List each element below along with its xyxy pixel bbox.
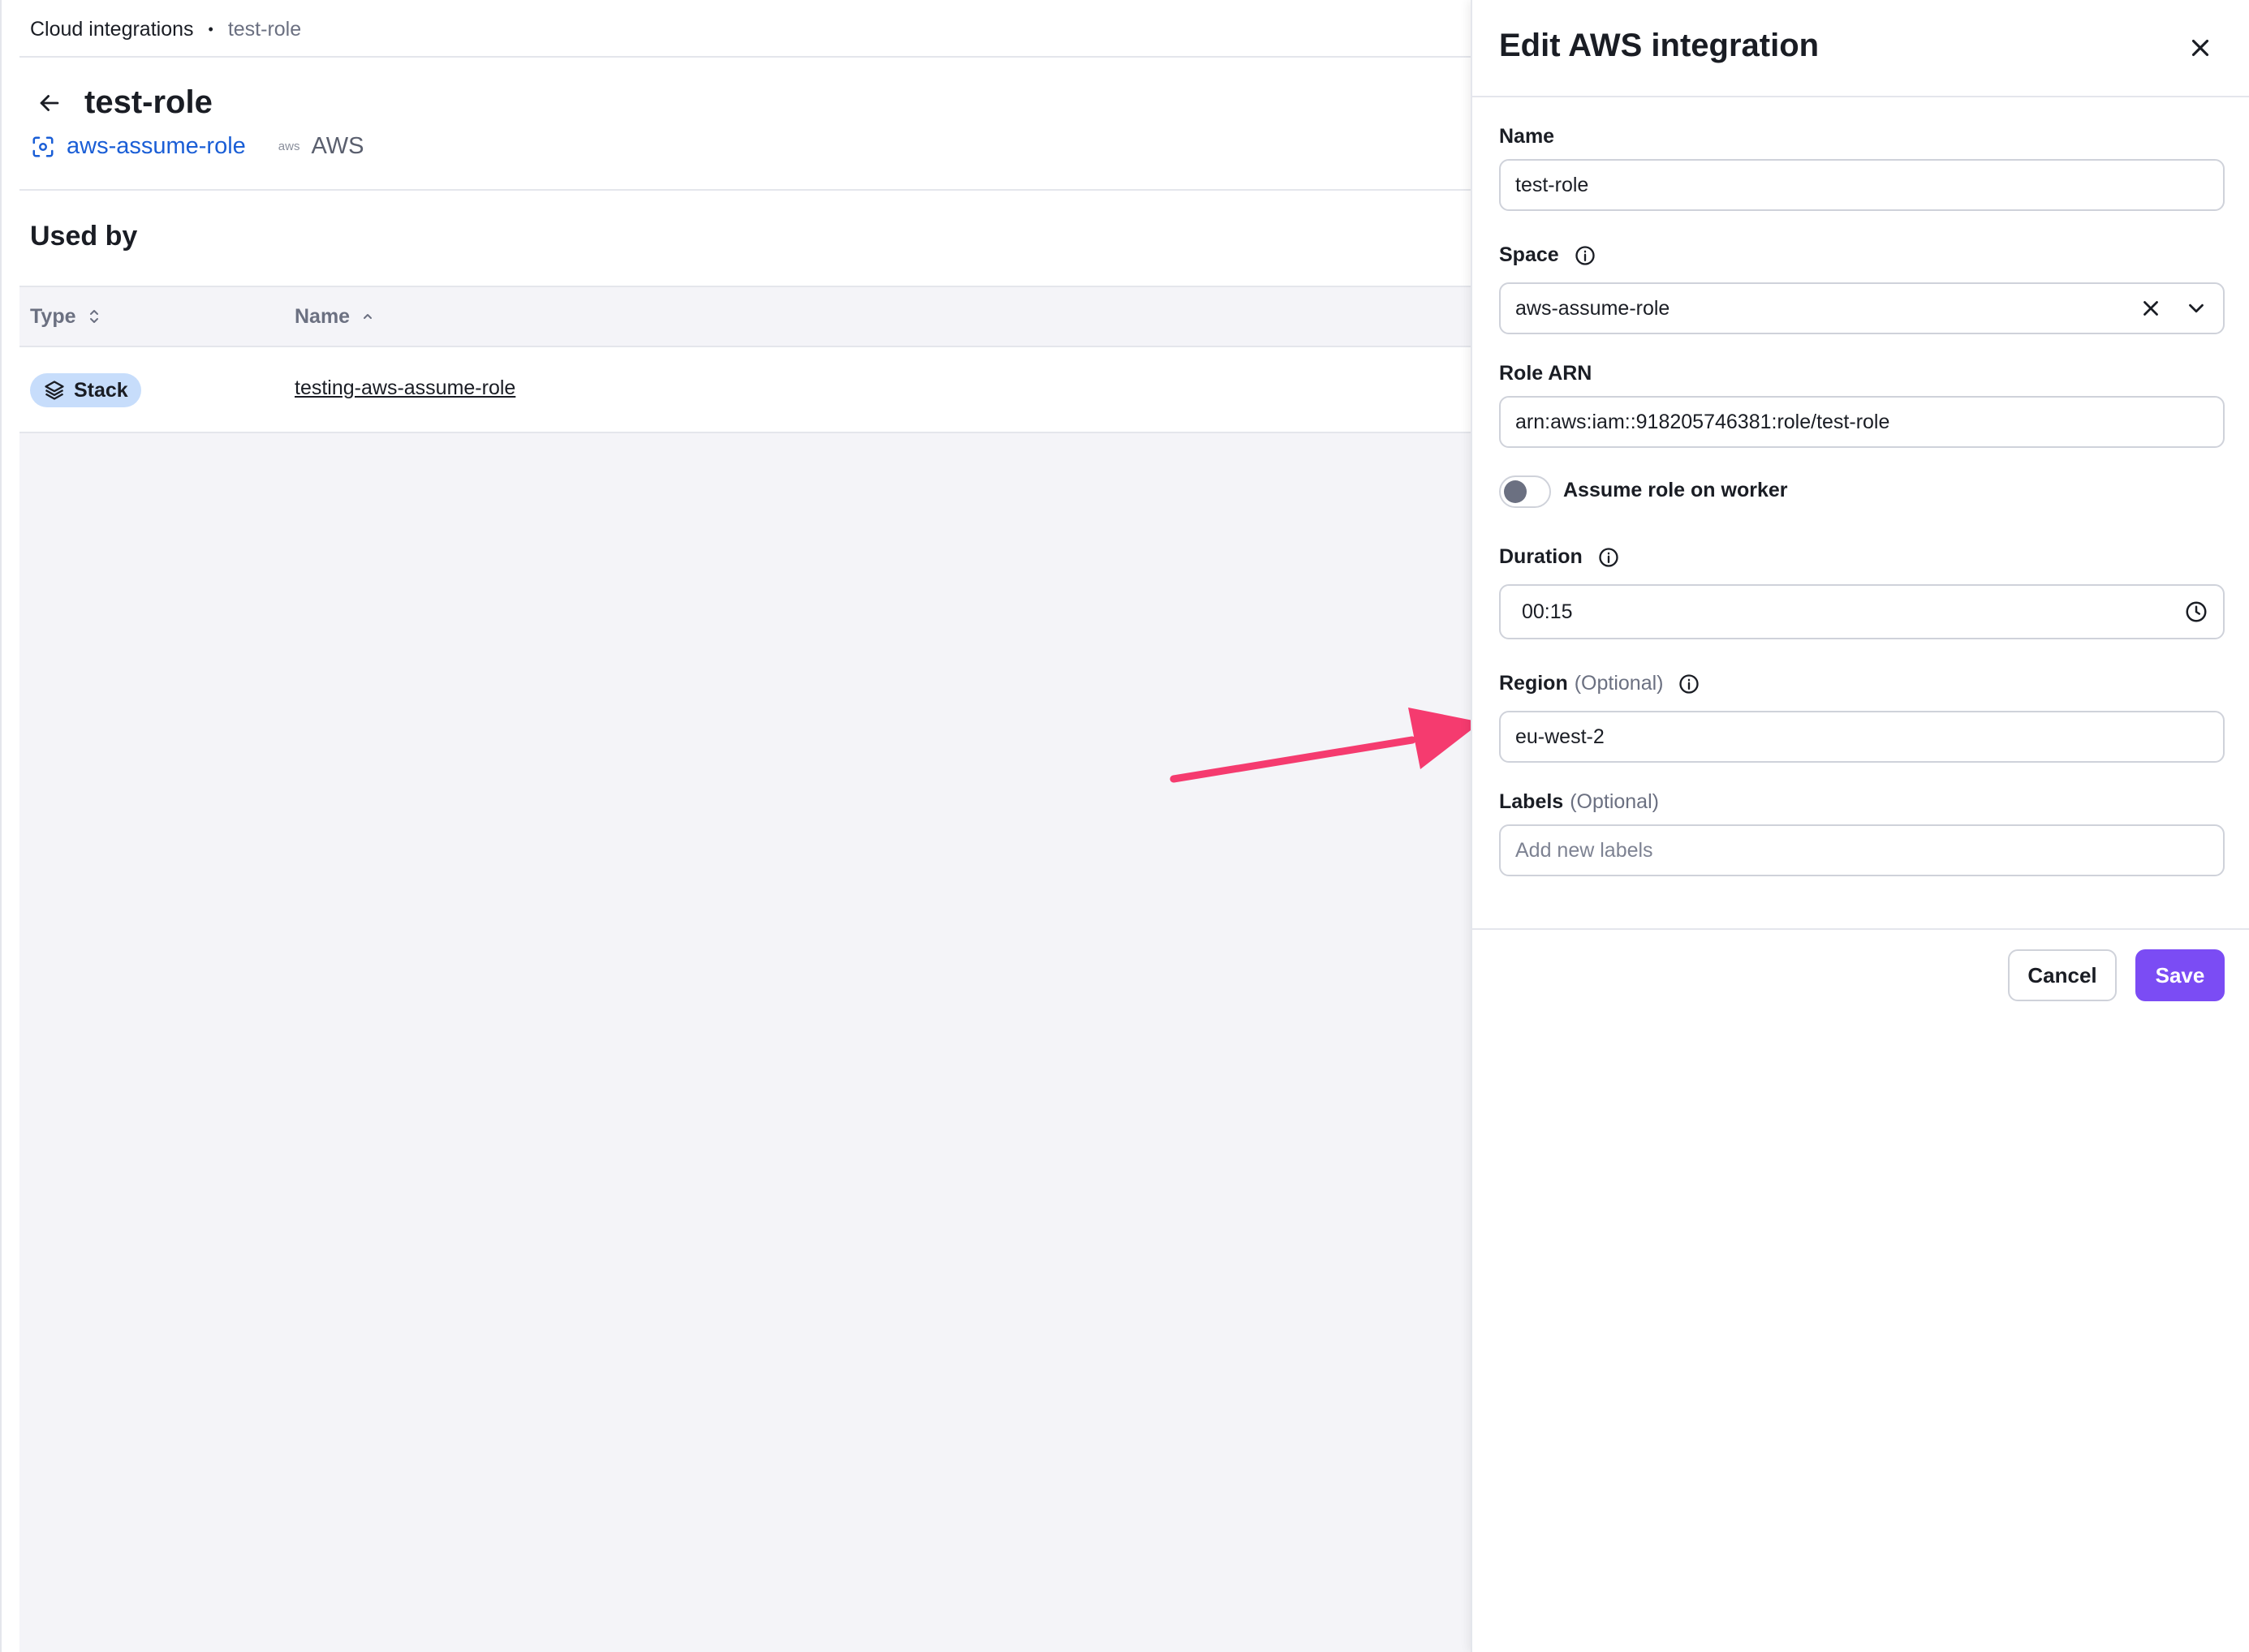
region-label-text: Region	[1499, 672, 1568, 695]
space-link-label: aws-assume-role	[67, 133, 246, 159]
divider	[19, 189, 1472, 191]
cancel-button[interactable]: Cancel	[2008, 949, 2117, 1001]
page-title: test-role	[84, 84, 213, 120]
space-label: Space	[1499, 243, 1596, 267]
assume-role-label: Assume role on worker	[1563, 479, 1788, 501]
duration-input[interactable]: 00:15	[1499, 584, 2225, 639]
divider	[1472, 96, 2249, 97]
role-arn-input-value: arn:aws:iam::918205746381:role/test-role	[1515, 410, 1890, 433]
labels-label-text: Labels	[1499, 790, 1564, 813]
duration-label: Duration	[1499, 545, 1620, 569]
chevron-down-icon[interactable]	[2184, 296, 2208, 321]
duration-input-value: 00:15	[1522, 600, 1573, 623]
integration-meta: aws-assume-role aws AWS	[31, 133, 364, 160]
region-input-value: eu-west-2	[1515, 725, 1605, 748]
type-badge: Stack	[30, 373, 141, 407]
empty-area	[19, 433, 1472, 1652]
table-header: Type Name	[19, 286, 1472, 347]
stack-icon	[45, 381, 64, 400]
labels-optional: (Optional)	[1570, 790, 1659, 813]
name-input[interactable]: test-role	[1499, 159, 2225, 211]
space-select-value: aws-assume-role	[1515, 296, 1670, 320]
column-header-name[interactable]: Name	[295, 305, 374, 329]
edit-drawer: Edit AWS integration Name test-role Spac…	[1471, 0, 2249, 1652]
labels-input-placeholder: Add new labels	[1515, 838, 1653, 862]
close-icon[interactable]	[2187, 34, 2214, 62]
info-icon[interactable]	[1678, 673, 1700, 695]
sort-asc-icon	[364, 314, 373, 319]
integration-details: Cloud integrations • test-role test-role…	[0, 0, 1472, 1652]
clock-icon[interactable]	[2184, 600, 2208, 624]
info-icon[interactable]	[1574, 244, 1596, 267]
sort-icon	[89, 310, 98, 323]
section-title: Used by	[30, 221, 138, 252]
name-label-text: Name	[1499, 125, 1555, 148]
provider-label: AWS	[311, 133, 364, 159]
region-input[interactable]: eu-west-2	[1499, 711, 2225, 763]
region-optional: (Optional)	[1574, 672, 1664, 695]
type-badge-label: Stack	[74, 378, 128, 402]
column-header-type[interactable]: Type	[30, 305, 101, 329]
space-label-text: Space	[1499, 243, 1559, 266]
assume-role-toggle[interactable]	[1499, 475, 1551, 508]
breadcrumb-root[interactable]: Cloud integrations	[30, 18, 194, 41]
role-arn-input[interactable]: arn:aws:iam::918205746381:role/test-role	[1499, 396, 2225, 448]
annotation-arrow-icon	[1170, 708, 1481, 783]
space-link[interactable]: aws-assume-role	[31, 133, 246, 160]
divider	[19, 56, 1472, 58]
space-icon	[32, 136, 54, 157]
page: Cloud integrations • test-role test-role…	[0, 0, 2249, 1652]
labels-input[interactable]: Add new labels	[1499, 824, 2225, 876]
column-header-label: Type	[30, 304, 76, 328]
table-row: Stack testing-aws-assume-role	[19, 347, 1472, 433]
duration-controls	[2184, 586, 2208, 638]
drawer-title: Edit AWS integration	[1499, 28, 1820, 63]
aws-logo-icon: aws	[278, 140, 300, 153]
toggle-knob	[1504, 480, 1527, 503]
labels-label: Labels (Optional)	[1499, 790, 1659, 814]
space-select-controls	[2139, 284, 2208, 333]
name-input-value: test-role	[1515, 173, 1589, 196]
role-arn-label: Role ARN	[1499, 362, 1592, 385]
role-arn-label-text: Role ARN	[1499, 362, 1592, 385]
space-select[interactable]: aws-assume-role	[1499, 282, 2225, 334]
provider: aws AWS	[278, 133, 364, 160]
title-row: test-role	[36, 84, 213, 121]
duration-label-text: Duration	[1499, 545, 1583, 568]
breadcrumb-current: test-role	[227, 17, 302, 41]
breadcrumb: Cloud integrations • test-role	[30, 15, 301, 44]
name-label: Name	[1499, 125, 1554, 148]
divider	[1472, 928, 2249, 930]
info-icon[interactable]	[1597, 546, 1620, 569]
column-header-label: Name	[295, 304, 351, 328]
breadcrumb-separator: •	[208, 20, 213, 37]
stack-link[interactable]: testing-aws-assume-role	[295, 376, 515, 400]
back-arrow-icon[interactable]	[36, 89, 63, 117]
save-button[interactable]: Save	[2135, 949, 2225, 1001]
region-label: Region (Optional)	[1499, 672, 1700, 695]
clear-icon[interactable]	[2139, 296, 2163, 321]
